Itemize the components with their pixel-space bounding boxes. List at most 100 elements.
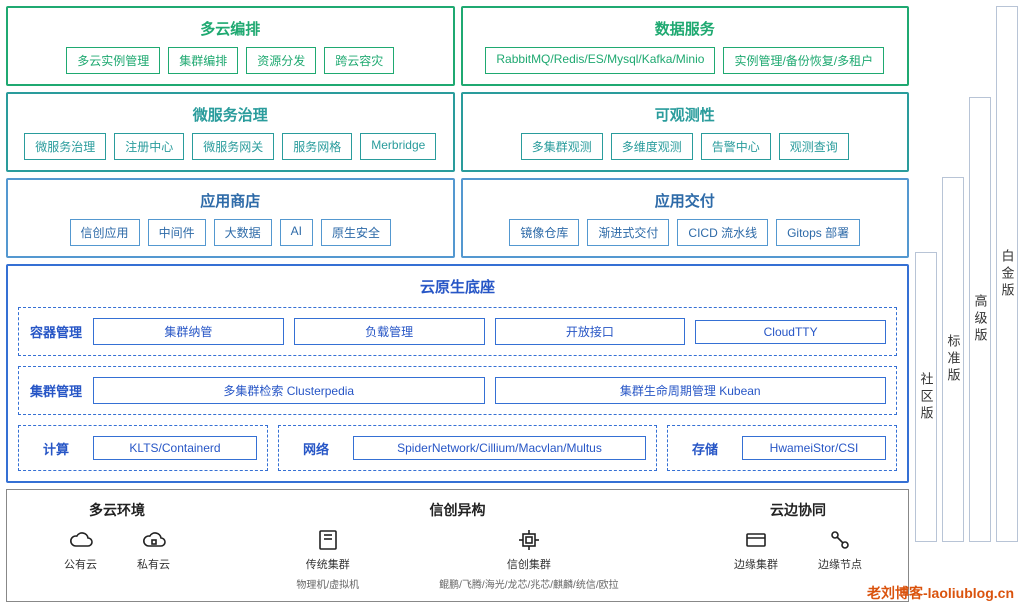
block-item: SpiderNetwork/Cillium/Macvlan/Multus bbox=[353, 436, 646, 460]
panel-microservice: 微服务治理 微服务治理 注册中心 微服务网关 服务网格 Merbridge bbox=[6, 92, 455, 172]
edition-group-platinum: 白金版 bbox=[996, 6, 1018, 542]
panel-title: 数据服务 bbox=[473, 18, 898, 39]
watermark: 老刘博客-laoliublog.cn bbox=[867, 583, 1014, 603]
pill: 微服务网关 bbox=[192, 133, 274, 160]
editions-column: 社区版 标准版 高级版 白金版 bbox=[915, 6, 1018, 602]
block-item: CloudTTY bbox=[695, 320, 886, 344]
infra-item: 公有云 bbox=[64, 528, 97, 572]
row-sky: 应用商店 信创应用 中间件 大数据 AI 原生安全 应用交付 镜像仓库 渐进式交… bbox=[6, 178, 909, 258]
edition-advanced: 高级版 bbox=[969, 97, 991, 542]
pill: 渐进式交付 bbox=[587, 219, 669, 246]
panel-title: 多云编排 bbox=[18, 18, 443, 39]
block-label: 网络 bbox=[289, 439, 343, 458]
pill: Gitops 部署 bbox=[776, 219, 860, 246]
edition-platinum: 白金版 bbox=[996, 6, 1018, 542]
pill: 多云实例管理 bbox=[66, 47, 160, 74]
pill: 资源分发 bbox=[246, 47, 316, 74]
pill: RabbitMQ/Redis/ES/Mysql/Kafka/Minio bbox=[485, 47, 715, 74]
pill-row: 信创应用 中间件 大数据 AI 原生安全 bbox=[18, 219, 443, 246]
pill-row: 微服务治理 注册中心 微服务网关 服务网格 Merbridge bbox=[18, 133, 443, 160]
panel-title: 应用交付 bbox=[473, 190, 898, 211]
panel-app-delivery: 应用交付 镜像仓库 渐进式交付 CICD 流水线 Gitops 部署 bbox=[461, 178, 910, 258]
item-name: 传统集群 bbox=[306, 556, 350, 572]
infra-col-edge: 云边协同 边缘集群 边缘节点 bbox=[698, 500, 898, 591]
pill-row: 多集群观测 多维度观测 告警中心 观测查询 bbox=[473, 133, 898, 160]
edge-cluster-icon bbox=[744, 528, 768, 552]
pill: 告警中心 bbox=[701, 133, 771, 160]
infra-item: 传统集群 物理机/虚拟机 bbox=[296, 528, 359, 591]
cloud-icon bbox=[69, 528, 93, 552]
item-name: 私有云 bbox=[137, 556, 170, 572]
infra-col-xinchuang: 信创异构 传统集群 物理机/虚拟机 信创集群 鲲鹏/飞腾/海光/龙芯/兆芯/麒麟… bbox=[229, 500, 686, 591]
edition-community: 社区版 bbox=[915, 252, 937, 542]
pill-row: 多云实例管理 集群编排 资源分发 跨云容灾 bbox=[18, 47, 443, 74]
block-label: 存储 bbox=[678, 439, 732, 458]
item-name: 边缘节点 bbox=[818, 556, 862, 572]
block-item: 集群纳管 bbox=[93, 318, 284, 345]
edition-label: 标准版 bbox=[944, 334, 963, 385]
cloud-lock-icon bbox=[142, 528, 166, 552]
main-column: 多云编排 多云实例管理 集群编排 资源分发 跨云容灾 数据服务 RabbitMQ… bbox=[6, 6, 909, 602]
pill: AI bbox=[280, 219, 313, 246]
pill: 中间件 bbox=[148, 219, 206, 246]
pill: 多维度观测 bbox=[611, 133, 693, 160]
edition-standard: 标准版 bbox=[942, 177, 964, 542]
edition-label: 社区版 bbox=[917, 372, 936, 423]
block-item: KLTS/Containerd bbox=[93, 436, 257, 460]
foundation-block-cluster: 集群管理 多集群检索 Clusterpedia 集群生命周期管理 Kubean bbox=[18, 366, 897, 415]
panel-multicloud-orch: 多云编排 多云实例管理 集群编排 资源分发 跨云容灾 bbox=[6, 6, 455, 86]
infra-item: 边缘集群 bbox=[734, 528, 778, 572]
block-label: 容器管理 bbox=[29, 322, 83, 341]
item-name: 公有云 bbox=[64, 556, 97, 572]
pill: 跨云容灾 bbox=[324, 47, 394, 74]
panel-foundation: 云原生底座 容器管理 集群纳管 负载管理 开放接口 CloudTTY 集群管理 … bbox=[6, 264, 909, 483]
pill: 实例管理/备份恢复/多租户 bbox=[723, 47, 884, 74]
block-item: 多集群检索 Clusterpedia bbox=[93, 377, 485, 404]
pill-row: 镜像仓库 渐进式交付 CICD 流水线 Gitops 部署 bbox=[473, 219, 898, 246]
item-sub: 鲲鹏/飞腾/海光/龙芯/兆芯/麒麟/统信/欧拉 bbox=[439, 576, 618, 591]
row-teal: 微服务治理 微服务治理 注册中心 微服务网关 服务网格 Merbridge 可观… bbox=[6, 92, 909, 172]
edition-label: 白金版 bbox=[998, 249, 1017, 300]
infra-item: 边缘节点 bbox=[818, 528, 862, 572]
pill: Merbridge bbox=[360, 133, 436, 160]
icon-row: 传统集群 物理机/虚拟机 信创集群 鲲鹏/飞腾/海光/龙芯/兆芯/麒麟/统信/欧… bbox=[229, 528, 686, 591]
foundation-block-storage: 存储 HwameiStor/CSI bbox=[667, 425, 897, 471]
pill: 观测查询 bbox=[779, 133, 849, 160]
panel-title: 云原生底座 bbox=[18, 276, 897, 297]
block-item: 开放接口 bbox=[495, 318, 686, 345]
panel-title: 可观测性 bbox=[473, 104, 898, 125]
server-icon bbox=[316, 528, 340, 552]
panel-app-store: 应用商店 信创应用 中间件 大数据 AI 原生安全 bbox=[6, 178, 455, 258]
block-item: 集群生命周期管理 Kubean bbox=[495, 377, 887, 404]
edition-label: 高级版 bbox=[971, 294, 990, 345]
pill: 微服务治理 bbox=[24, 133, 106, 160]
edition-group-advanced: 高级版 bbox=[969, 6, 991, 542]
pill: CICD 流水线 bbox=[677, 219, 768, 246]
foundation-row-container: 容器管理 集群纳管 负载管理 开放接口 CloudTTY bbox=[18, 307, 897, 356]
pill-row: RabbitMQ/Redis/ES/Mysql/Kafka/Minio 实例管理… bbox=[473, 47, 898, 74]
pill: 集群编排 bbox=[168, 47, 238, 74]
icon-row: 边缘集群 边缘节点 bbox=[698, 528, 898, 572]
infra-item: 私有云 bbox=[137, 528, 170, 572]
pill: 注册中心 bbox=[114, 133, 184, 160]
diagram-root: 多云编排 多云实例管理 集群编排 资源分发 跨云容灾 数据服务 RabbitMQ… bbox=[6, 6, 1018, 602]
infra-item: 信创集群 鲲鹏/飞腾/海光/龙芯/兆芯/麒麟/统信/欧拉 bbox=[439, 528, 618, 591]
foundation-block-container: 容器管理 集群纳管 负载管理 开放接口 CloudTTY bbox=[18, 307, 897, 356]
panel-title: 应用商店 bbox=[18, 190, 443, 211]
pill: 多集群观测 bbox=[521, 133, 603, 160]
chip-icon bbox=[517, 528, 541, 552]
block-label: 集群管理 bbox=[29, 381, 83, 400]
foundation-row-compute-net-storage: 计算 KLTS/Containerd 网络 SpiderNetwork/Cill… bbox=[18, 425, 897, 471]
col-title: 信创异构 bbox=[229, 500, 686, 520]
panel-data-services: 数据服务 RabbitMQ/Redis/ES/Mysql/Kafka/Minio… bbox=[461, 6, 910, 86]
pill: 信创应用 bbox=[70, 219, 140, 246]
pill: 镜像仓库 bbox=[509, 219, 579, 246]
col-title: 云边协同 bbox=[698, 500, 898, 520]
block-item: HwameiStor/CSI bbox=[742, 436, 886, 460]
item-sub: 物理机/虚拟机 bbox=[296, 576, 359, 591]
foundation-block-network: 网络 SpiderNetwork/Cillium/Macvlan/Multus bbox=[278, 425, 657, 471]
item-name: 边缘集群 bbox=[734, 556, 778, 572]
panel-infrastructure: 多云环境 公有云 私有云 信创异构 传统 bbox=[6, 489, 909, 602]
edge-node-icon bbox=[828, 528, 852, 552]
row-green: 多云编排 多云实例管理 集群编排 资源分发 跨云容灾 数据服务 RabbitMQ… bbox=[6, 6, 909, 86]
